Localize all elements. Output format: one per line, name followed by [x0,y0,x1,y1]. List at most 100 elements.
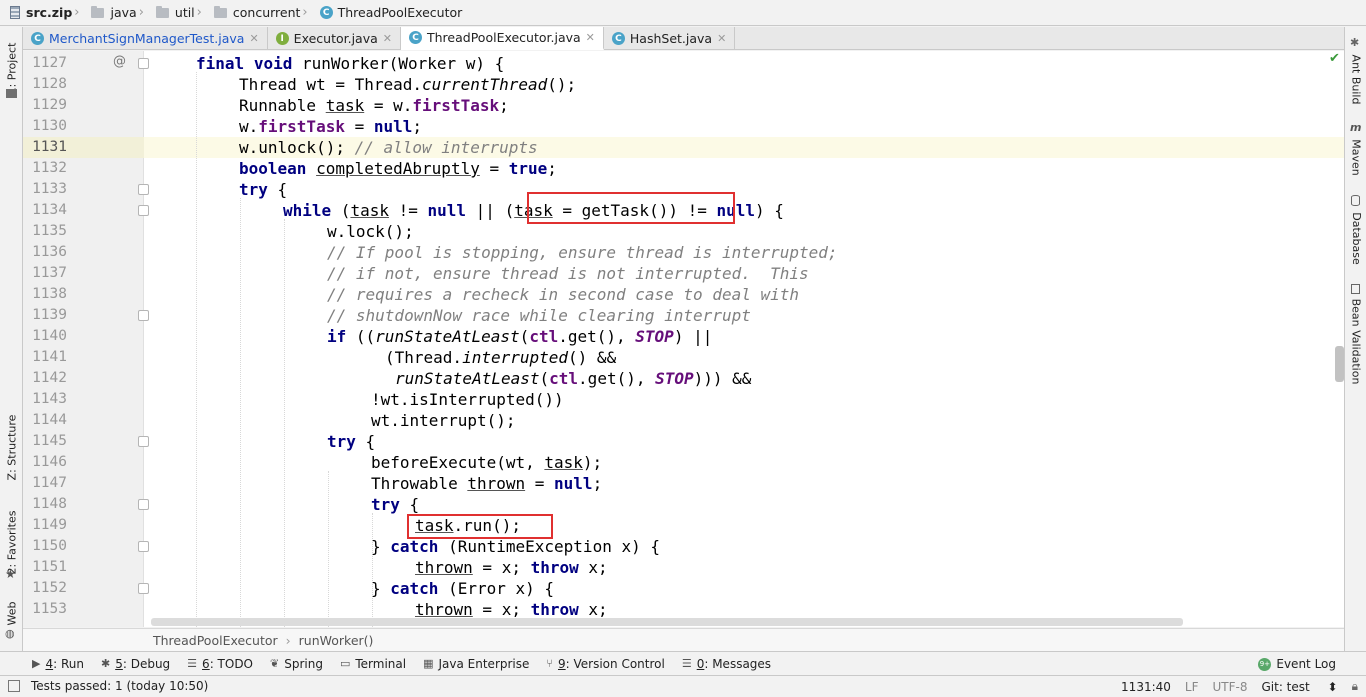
java-enterprise-icon: ▦ [423,657,434,670]
left-tool-strip: 1: Project Z: Structure 2: Favorites ★ W… [0,27,23,651]
highlight-box-gettask [527,192,735,224]
tool-todo[interactable]: ☰ 6: TODO [187,657,253,671]
tab-hashset[interactable]: C HashSet.java ✕ [604,27,736,50]
crumb-src-zip[interactable]: src.zip › [10,0,91,26]
globe-icon: ◍ [5,627,15,640]
line-number: 1138 [32,286,67,302]
vertical-scrollbar[interactable] [1334,51,1344,627]
crumb-concurrent[interactable]: concurrent › [213,0,320,26]
line-number: 1148 [32,496,67,512]
crumb-threadpoolexecutor[interactable]: C ThreadPoolExecutor [319,0,469,26]
line-separator[interactable]: LF [1185,680,1199,694]
indent-guide [328,471,329,627]
tool-tab-ant-build[interactable]: Ant Build [1345,49,1366,109]
fold-marker-icon[interactable] [138,205,149,216]
version-control-icon: ⑂ [546,657,553,670]
star-icon: ★ [5,567,16,581]
code-line-1139: // shutdownNow race while clearing inter… [327,306,751,325]
line-number: 1146 [32,454,67,470]
highlight-box-task-run [407,514,553,539]
tool-spring[interactable]: ❦ Spring [270,657,323,671]
line-number: 1140 [32,328,67,344]
tool-event-log[interactable]: 9+ Event Log [1258,652,1336,676]
line-number: 1142 [32,370,67,386]
line-number: 1141 [32,349,67,365]
line-number: 1151 [32,559,67,575]
close-icon[interactable]: ✕ [249,32,258,45]
close-icon[interactable]: ✕ [383,32,392,45]
code-line-1142: runStateAtLeast(ctl.get(), STOP))) && [395,369,752,388]
line-number: 1131 [32,139,67,155]
caret-position[interactable]: 1131:40 [1121,680,1171,694]
code-line-1151: thrown = x; throw x; [415,558,608,577]
lock-icon[interactable]: 🔒︎ [1352,679,1358,694]
indent-guide [240,198,241,627]
close-icon[interactable]: ✕ [586,31,595,44]
tab-executor[interactable]: I Executor.java ✕ [268,27,401,50]
fold-marker-icon[interactable] [138,184,149,195]
code-line-1132: boolean completedAbruptly = true; [239,159,557,178]
folder-icon [91,5,105,18]
tool-tab-bean-validation[interactable]: Bean Validation [1345,297,1366,385]
class-icon: C [611,32,625,45]
git-branch[interactable]: Git: test ⬍ [1261,680,1337,694]
tool-tab-structure[interactable]: Z: Structure [0,402,23,492]
spring-icon: ❦ [270,657,280,670]
todo-icon: ☰ [187,657,198,670]
fold-marker-icon[interactable] [138,499,149,510]
indent-guide [284,219,285,627]
tool-run[interactable]: ▶ 4: Run [32,657,84,671]
code-line-1127: final void runWorker(Worker w) { [196,54,505,73]
crumb-util[interactable]: util › [155,0,214,26]
file-encoding[interactable]: UTF-8 [1213,680,1248,694]
tool-debug[interactable]: ✱ 5: Debug [101,657,170,671]
line-number: 1130 [32,118,67,134]
archive-icon [10,6,20,19]
caret-row-highlight [23,137,1344,158]
line-number: 1136 [32,244,67,260]
scroll-thumb[interactable] [1335,346,1344,382]
window-layout-icon[interactable] [8,680,20,692]
tab-merchantsignmanagertest[interactable]: C MerchantSignManagerTest.java ✕ [23,27,268,50]
tool-terminal[interactable]: ▭ Terminal [340,657,406,671]
maven-icon: m [1350,121,1362,134]
tool-tab-maven[interactable]: Maven [1345,135,1366,179]
fold-marker-icon[interactable] [138,310,149,321]
line-number: 1135 [32,223,67,239]
right-tool-strip: ✱ Ant Build m Maven Database Bean Valida… [1344,27,1366,651]
code-line-1153: thrown = x; throw x; [415,600,608,619]
line-number: 1139 [32,307,67,323]
fold-marker-icon[interactable] [138,436,149,447]
override-marker-icon: @ [113,54,126,69]
tool-version-control[interactable]: ⑂ 9: Version Control [546,657,664,671]
code-line-1129: Runnable task = w.firstTask; [239,96,509,115]
indent-guide [372,513,373,627]
horizontal-scrollbar[interactable] [151,618,1183,626]
fold-marker-icon[interactable] [138,583,149,594]
fold-marker-icon[interactable] [138,58,149,69]
nav-class[interactable]: ThreadPoolExecutor [153,633,278,648]
code-line-1147: Throwable thrown = null; [371,474,603,493]
code-line-1133: try { [239,180,288,199]
code-editor[interactable]: 1127 1128 1129 1130 1131 1132 1133 1134 1135 1136… [23,51,1344,627]
chevron-right-icon: › [285,632,291,648]
line-number: 1132 [32,160,67,176]
tab-threadpoolexecutor[interactable]: C ThreadPoolExecutor.java ✕ [401,27,604,50]
code-line-1152: } catch (Error x) { [371,579,555,598]
tool-messages[interactable]: ☰ 0: Messages [682,657,771,671]
tool-tab-database[interactable]: Database [1345,209,1366,267]
line-number: 1143 [32,391,67,407]
code-line-1148: try { [371,495,420,514]
status-message[interactable]: Tests passed: 1 (today 10:50) [31,679,208,693]
fold-marker-icon[interactable] [138,541,149,552]
code-line-1150: } catch (RuntimeException x) { [371,537,660,556]
line-number: 1128 [32,76,67,92]
close-icon[interactable]: ✕ [717,32,726,45]
tool-java-enterprise[interactable]: ▦ Java Enterprise [423,657,529,671]
code-line-1141: (Thread.interrupted() && [385,348,617,367]
crumb-java[interactable]: java › [91,0,155,26]
nav-method[interactable]: runWorker() [299,633,374,648]
class-icon: C [409,31,422,44]
database-icon [1351,195,1360,206]
debug-icon: ✱ [100,657,111,670]
